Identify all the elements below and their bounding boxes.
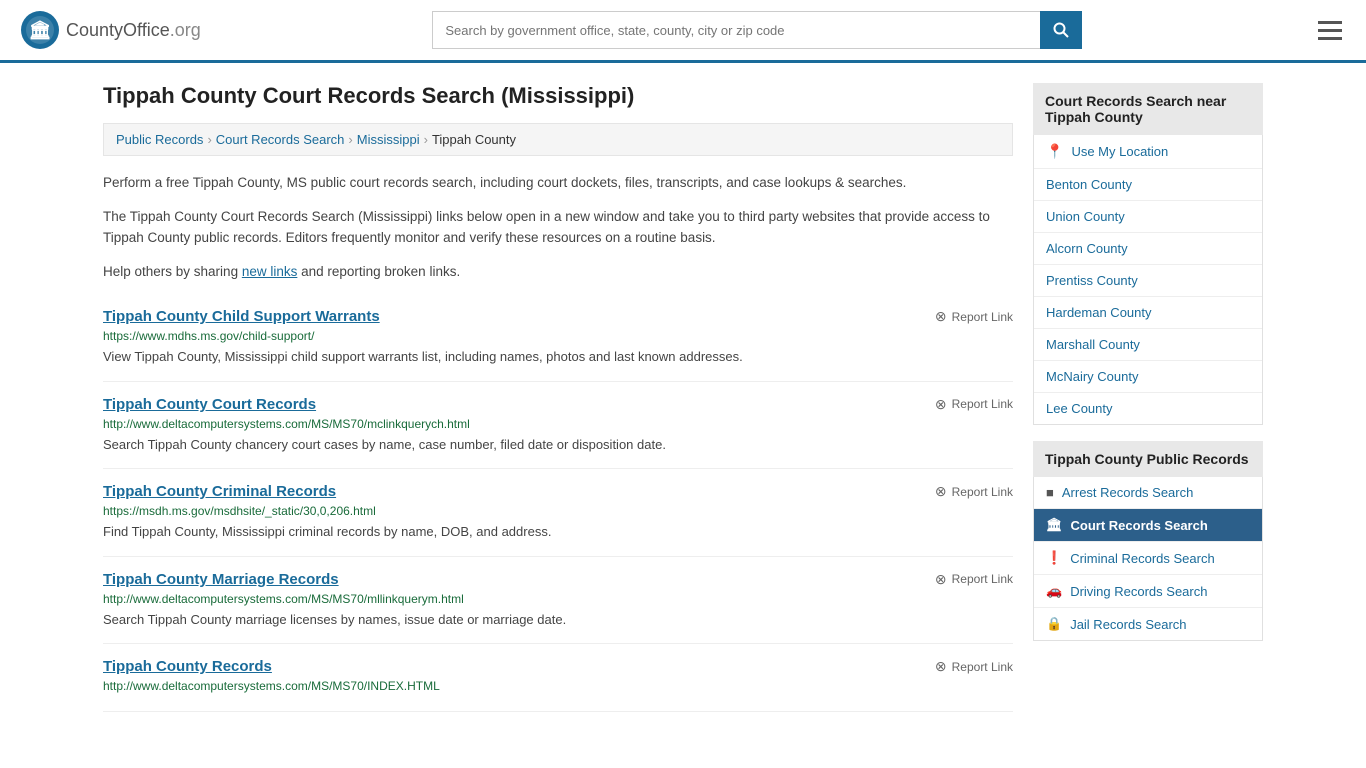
page-title: Tippah County Court Records Search (Miss… xyxy=(103,83,1013,109)
record-item: Tippah County Child Support Warrants ⊗ R… xyxy=(103,294,1013,382)
report-link-1[interactable]: ⊗ Report Link xyxy=(935,396,1013,413)
nearby-header: Court Records Search near Tippah County xyxy=(1033,83,1263,135)
breadcrumb-public-records[interactable]: Public Records xyxy=(116,132,203,147)
record-item: Tippah County Marriage Records ⊗ Report … xyxy=(103,557,1013,645)
record-desc-1: Search Tippah County chancery court case… xyxy=(103,435,1013,455)
svg-text:🏛: 🏛 xyxy=(29,20,52,40)
description-para2: The Tippah County Court Records Search (… xyxy=(103,206,1013,249)
logo-text: CountyOffice.org xyxy=(66,20,201,41)
record-title-4[interactable]: Tippah County Records xyxy=(103,658,272,675)
breadcrumb: Public Records › Court Records Search › … xyxy=(103,123,1013,156)
pubrecord-label-1: Court Records Search xyxy=(1071,518,1208,533)
search-input[interactable] xyxy=(432,11,1040,49)
pubrecords-links: ■ Arrest Records Search 🏛 Court Records Sea… xyxy=(1033,477,1263,641)
nearby-county-2[interactable]: Alcorn County xyxy=(1034,233,1262,265)
report-label-3: Report Link xyxy=(952,572,1013,586)
pubrecord-label-0: Arrest Records Search xyxy=(1062,485,1194,500)
nearby-county-7[interactable]: Lee County xyxy=(1034,393,1262,424)
use-location-link[interactable]: 📍 Use My Location xyxy=(1034,135,1262,169)
description-para1: Perform a free Tippah County, MS public … xyxy=(103,172,1013,194)
breadcrumb-court-records-search[interactable]: Court Records Search xyxy=(216,132,345,147)
menu-button[interactable] xyxy=(1314,17,1346,44)
records-list: Tippah County Child Support Warrants ⊗ R… xyxy=(103,294,1013,712)
nearby-counties-container: Benton CountyUnion CountyAlcorn CountyPr… xyxy=(1034,169,1262,424)
pubrecord-3[interactable]: 🚗 Driving Records Search xyxy=(1034,575,1262,608)
report-link-3[interactable]: ⊗ Report Link xyxy=(935,571,1013,588)
pubrecord-icon-0: ■ xyxy=(1046,485,1054,500)
pubrecord-icon-3: 🚗 xyxy=(1046,583,1062,599)
pubrecords-header: Tippah County Public Records xyxy=(1033,441,1263,477)
search-bar xyxy=(432,11,1082,49)
menu-line-2 xyxy=(1318,29,1342,32)
menu-line-3 xyxy=(1318,37,1342,40)
pubrecord-icon-1: 🏛 xyxy=(1046,517,1063,533)
location-icon: 📍 xyxy=(1046,143,1063,160)
report-label-0: Report Link xyxy=(952,310,1013,324)
pubrecord-label-3: Driving Records Search xyxy=(1070,584,1207,599)
record-url-0[interactable]: https://www.mdhs.ms.gov/child-support/ xyxy=(103,329,1013,343)
report-icon-1: ⊗ xyxy=(935,396,947,413)
record-url-4[interactable]: http://www.deltacomputersystems.com/MS/M… xyxy=(103,679,1013,693)
breadcrumb-mississippi[interactable]: Mississippi xyxy=(357,132,420,147)
nearby-county-0[interactable]: Benton County xyxy=(1034,169,1262,201)
record-item: Tippah County Criminal Records ⊗ Report … xyxy=(103,469,1013,557)
pubrecord-4[interactable]: 🔒 Jail Records Search xyxy=(1034,608,1262,640)
report-label-1: Report Link xyxy=(952,397,1013,411)
report-icon-3: ⊗ xyxy=(935,571,947,588)
pubrecord-icon-4: 🔒 xyxy=(1046,616,1062,632)
new-links-link[interactable]: new links xyxy=(242,264,298,279)
pubrecord-label-4: Jail Records Search xyxy=(1070,617,1186,632)
record-item: Tippah County Court Records ⊗ Report Lin… xyxy=(103,382,1013,470)
report-icon-0: ⊗ xyxy=(935,308,947,325)
report-icon-4: ⊗ xyxy=(935,658,947,675)
nearby-county-4[interactable]: Hardeman County xyxy=(1034,297,1262,329)
content-area: Tippah County Court Records Search (Miss… xyxy=(103,83,1013,712)
record-url-2[interactable]: https://msdh.ms.gov/msdhsite/_static/30,… xyxy=(103,504,1013,518)
breadcrumb-sep-3: › xyxy=(424,132,428,147)
site-header: 🏛 CountyOffice.org xyxy=(0,0,1366,63)
nearby-links: 📍 Use My Location Benton CountyUnion Cou… xyxy=(1033,135,1263,425)
breadcrumb-sep-1: › xyxy=(207,132,211,147)
record-url-3[interactable]: http://www.deltacomputersystems.com/MS/M… xyxy=(103,592,1013,606)
pubrecord-0[interactable]: ■ Arrest Records Search xyxy=(1034,477,1262,509)
record-item: Tippah County Records ⊗ Report Link http… xyxy=(103,644,1013,712)
logo[interactable]: 🏛 CountyOffice.org xyxy=(20,10,201,50)
pubrecord-1[interactable]: 🏛 Court Records Search xyxy=(1034,509,1262,542)
report-icon-2: ⊗ xyxy=(935,483,947,500)
record-title-3[interactable]: Tippah County Marriage Records xyxy=(103,571,339,588)
report-link-4[interactable]: ⊗ Report Link xyxy=(935,658,1013,675)
sidebar: Court Records Search near Tippah County … xyxy=(1033,83,1263,712)
record-title-2[interactable]: Tippah County Criminal Records xyxy=(103,483,336,500)
report-label-4: Report Link xyxy=(952,660,1013,674)
record-title-0[interactable]: Tippah County Child Support Warrants xyxy=(103,308,380,325)
breadcrumb-tippah: Tippah County xyxy=(432,132,516,147)
nearby-county-3[interactable]: Prentiss County xyxy=(1034,265,1262,297)
menu-line-1 xyxy=(1318,21,1342,24)
description-para3: Help others by sharing new links and rep… xyxy=(103,261,1013,283)
pubrecord-label-2: Criminal Records Search xyxy=(1070,551,1215,566)
search-icon xyxy=(1053,22,1069,38)
report-label-2: Report Link xyxy=(952,485,1013,499)
nearby-section: Court Records Search near Tippah County … xyxy=(1033,83,1263,425)
pubrecord-icon-2: ❗ xyxy=(1046,550,1062,566)
report-link-2[interactable]: ⊗ Report Link xyxy=(935,483,1013,500)
record-desc-2: Find Tippah County, Mississippi criminal… xyxy=(103,522,1013,542)
report-link-0[interactable]: ⊗ Report Link xyxy=(935,308,1013,325)
pubrecords-section: Tippah County Public Records ■ Arrest Rec… xyxy=(1033,441,1263,641)
nearby-county-6[interactable]: McNairy County xyxy=(1034,361,1262,393)
record-desc-0: View Tippah County, Mississippi child su… xyxy=(103,347,1013,367)
record-url-1[interactable]: http://www.deltacomputersystems.com/MS/M… xyxy=(103,417,1013,431)
search-button[interactable] xyxy=(1040,11,1082,49)
breadcrumb-sep-2: › xyxy=(348,132,352,147)
record-desc-3: Search Tippah County marriage licenses b… xyxy=(103,610,1013,630)
logo-icon: 🏛 xyxy=(20,10,60,50)
nearby-county-5[interactable]: Marshall County xyxy=(1034,329,1262,361)
main-container: Tippah County Court Records Search (Miss… xyxy=(83,63,1283,732)
record-title-1[interactable]: Tippah County Court Records xyxy=(103,396,316,413)
nearby-county-1[interactable]: Union County xyxy=(1034,201,1262,233)
pubrecord-2[interactable]: ❗ Criminal Records Search xyxy=(1034,542,1262,575)
